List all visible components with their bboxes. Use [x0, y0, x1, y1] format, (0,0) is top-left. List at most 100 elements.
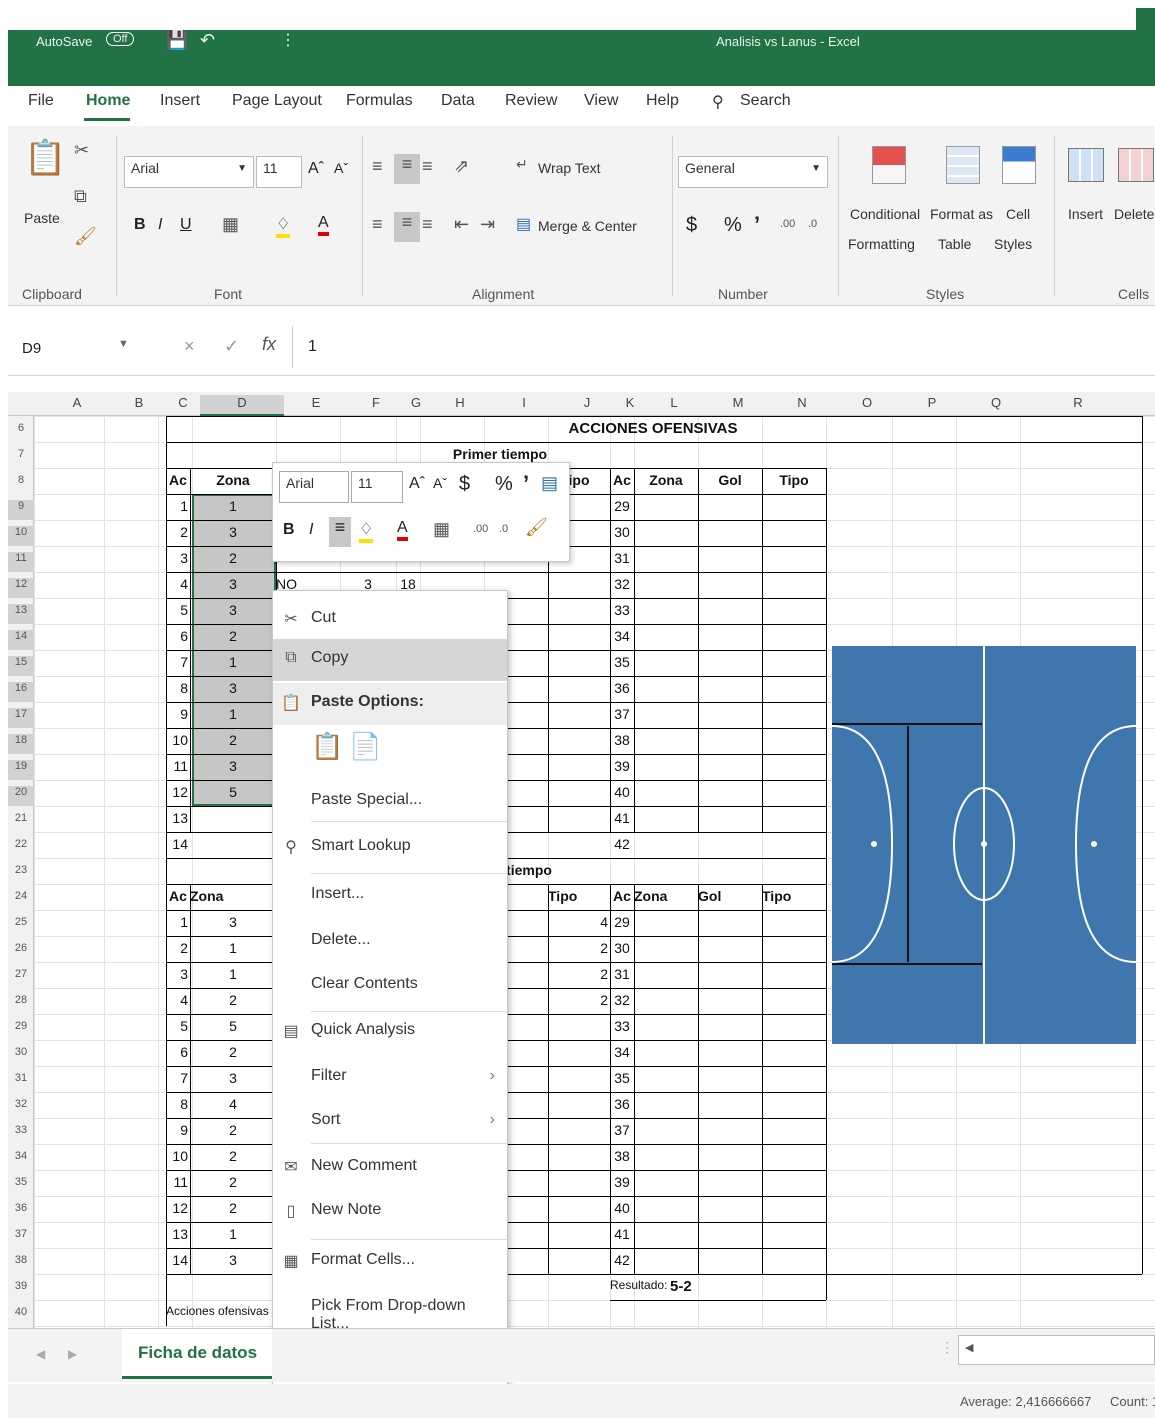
second-ac-cell[interactable]: 11	[166, 1174, 188, 1190]
row-header[interactable]: 20	[8, 786, 34, 806]
row-header[interactable]: 8	[8, 474, 34, 486]
header-zona[interactable]: Zona	[190, 472, 276, 488]
menu-item-paste-special[interactable]: Paste Special...	[273, 781, 507, 823]
align-bottom-icon[interactable]: ≡	[422, 156, 433, 177]
sheet-tab-ficha[interactable]: Ficha de datos	[122, 1329, 272, 1379]
row-header[interactable]: 26	[8, 942, 34, 954]
row-header[interactable]: 12	[8, 578, 34, 598]
right-ac-cell-2[interactable]: 33	[610, 1018, 634, 1034]
right-ac-cell[interactable]: 39	[610, 758, 634, 774]
comma-style-icon[interactable]: ’	[523, 471, 529, 497]
second-ac-cell[interactable]: 9	[166, 1122, 188, 1138]
italic-icon[interactable]: I	[158, 216, 162, 234]
mini-size-select[interactable]: 11	[351, 471, 403, 503]
font-color-icon[interactable]: A	[397, 519, 408, 541]
cancel-icon[interactable]: ×	[184, 336, 195, 357]
fill-color-icon[interactable]: ♢	[276, 214, 291, 238]
first-zona-cell[interactable]: 3	[190, 524, 276, 540]
column-header-g[interactable]: G	[404, 395, 428, 410]
second-zona-cell[interactable]: 5	[190, 1018, 276, 1034]
second-tipo-cell[interactable]: 4	[548, 914, 608, 930]
second-tipo-cell[interactable]: 2	[548, 940, 608, 956]
right-ac-cell-2[interactable]: 35	[610, 1070, 634, 1086]
borders-icon[interactable]: ▦	[433, 519, 450, 540]
second-zona-cell[interactable]: 2	[190, 1200, 276, 1216]
menu-item-pick-from-drop-down-list[interactable]: Pick From Drop-down List...	[273, 1287, 507, 1332]
cell-styles-icon[interactable]	[1002, 146, 1036, 184]
prev-sheet-icon[interactable]: ◀	[36, 1347, 45, 1361]
column-header-d[interactable]: D	[200, 395, 284, 416]
paste-values-icon[interactable]: 📄	[349, 731, 381, 762]
second-zona-cell[interactable]: 3	[190, 1070, 276, 1086]
cell-styles-label-1[interactable]: Cell	[1006, 206, 1030, 222]
header-zona-2[interactable]: Zona	[190, 888, 230, 904]
delete-cells-button[interactable]: Delete	[1114, 206, 1154, 222]
right-ac-cell-2[interactable]: 39	[610, 1174, 634, 1190]
second-tipo-cell[interactable]: 2	[548, 992, 608, 1008]
menu-item-smart-lookup[interactable]: ⚲ Smart Lookup	[273, 827, 507, 869]
first-ac-cell[interactable]: 5	[166, 602, 188, 618]
increase-indent-icon[interactable]: ⇥	[480, 214, 495, 235]
menu-item-sort[interactable]: Sort ›	[273, 1101, 507, 1143]
column-header-l[interactable]: L	[642, 395, 706, 410]
column-header-i[interactable]: I	[492, 395, 556, 410]
row-header[interactable]: 7	[8, 448, 34, 460]
enter-icon[interactable]: ✓	[224, 336, 239, 357]
column-header-j[interactable]: J	[556, 395, 618, 410]
chevron-down-icon[interactable]: ▼	[118, 338, 129, 350]
first-zona-cell[interactable]: 3	[190, 680, 276, 696]
menu-item-delete[interactable]: Delete...	[273, 921, 507, 963]
font-size-select[interactable]: 11	[256, 156, 302, 188]
row-header[interactable]: 13	[8, 604, 34, 624]
second-ac-cell[interactable]: 2	[166, 940, 188, 956]
insert-cells-icon[interactable]	[1068, 148, 1104, 182]
horizontal-scrollbar[interactable]: ◀	[958, 1335, 1155, 1365]
menu-item-clear-contents[interactable]: Clear Contents	[273, 965, 507, 1007]
insert-function-icon[interactable]: fx	[262, 334, 276, 355]
mini-font-select[interactable]: Arial	[279, 471, 349, 503]
row-header[interactable]: 39	[8, 1280, 34, 1292]
tab-view[interactable]: View	[584, 92, 618, 110]
right-ac-cell[interactable]: 42	[610, 836, 634, 852]
format-painter-icon[interactable]: 🖌	[525, 517, 548, 538]
header-tipo-2[interactable]: Tipo	[548, 888, 610, 904]
column-header-p[interactable]: P	[900, 395, 964, 410]
menu-item-new-note[interactable]: ▯ New Note	[273, 1191, 507, 1233]
tab-data[interactable]: Data	[441, 92, 475, 110]
menu-item-format-cells[interactable]: ▦ Format Cells...	[273, 1241, 507, 1283]
second-ac-cell[interactable]: 10	[166, 1148, 188, 1164]
column-header-k[interactable]: K	[618, 395, 642, 410]
row-header[interactable]: 30	[8, 1046, 34, 1058]
column-header-n[interactable]: N	[770, 395, 834, 410]
first-zona-cell[interactable]: 3	[190, 602, 276, 618]
percent-icon[interactable]: %	[724, 214, 742, 237]
menu-item-new-comment[interactable]: ✉ New Comment	[273, 1147, 507, 1189]
search-icon[interactable]: ⚲	[712, 92, 724, 112]
right-ac-cell[interactable]: 38	[610, 732, 634, 748]
column-header-f[interactable]: F	[348, 395, 404, 410]
first-ac-cell[interactable]: 11	[166, 758, 188, 774]
first-zona-cell[interactable]: 3	[190, 576, 276, 592]
header-tipo-right[interactable]: Tipo	[762, 472, 826, 488]
decrease-decimal-icon[interactable]: .0	[808, 218, 817, 230]
right-ac-cell-2[interactable]: 31	[610, 966, 634, 982]
scissors-icon[interactable]: ✂	[74, 140, 89, 161]
column-header-r[interactable]: R	[1028, 395, 1128, 410]
format-painter-icon[interactable]: 🖌	[74, 226, 97, 247]
row-header[interactable]: 15	[8, 656, 34, 676]
increase-decimal-icon[interactable]: .00	[780, 218, 795, 230]
first-zona-cell[interactable]: 5	[190, 784, 276, 800]
conditional-formatting-label-2[interactable]: Formatting	[848, 236, 915, 252]
row-header[interactable]: 23	[8, 864, 34, 876]
second-ac-cell[interactable]: 12	[166, 1200, 188, 1216]
tab-home[interactable]: Home	[86, 92, 130, 110]
orientation-icon[interactable]: ⇗	[454, 156, 469, 177]
formula-input[interactable]: 1	[308, 338, 317, 356]
header-ac-right-2[interactable]: Ac	[610, 888, 634, 904]
first-zona-cell[interactable]: 1	[190, 706, 276, 722]
first-zona-cell[interactable]: 2	[190, 550, 276, 566]
undo-icon[interactable]: ↶	[200, 30, 215, 51]
grow-font-icon[interactable]: Aˆ	[409, 475, 425, 493]
tab-insert[interactable]: Insert	[160, 92, 200, 110]
header-gol-right[interactable]: Gol	[698, 472, 762, 488]
